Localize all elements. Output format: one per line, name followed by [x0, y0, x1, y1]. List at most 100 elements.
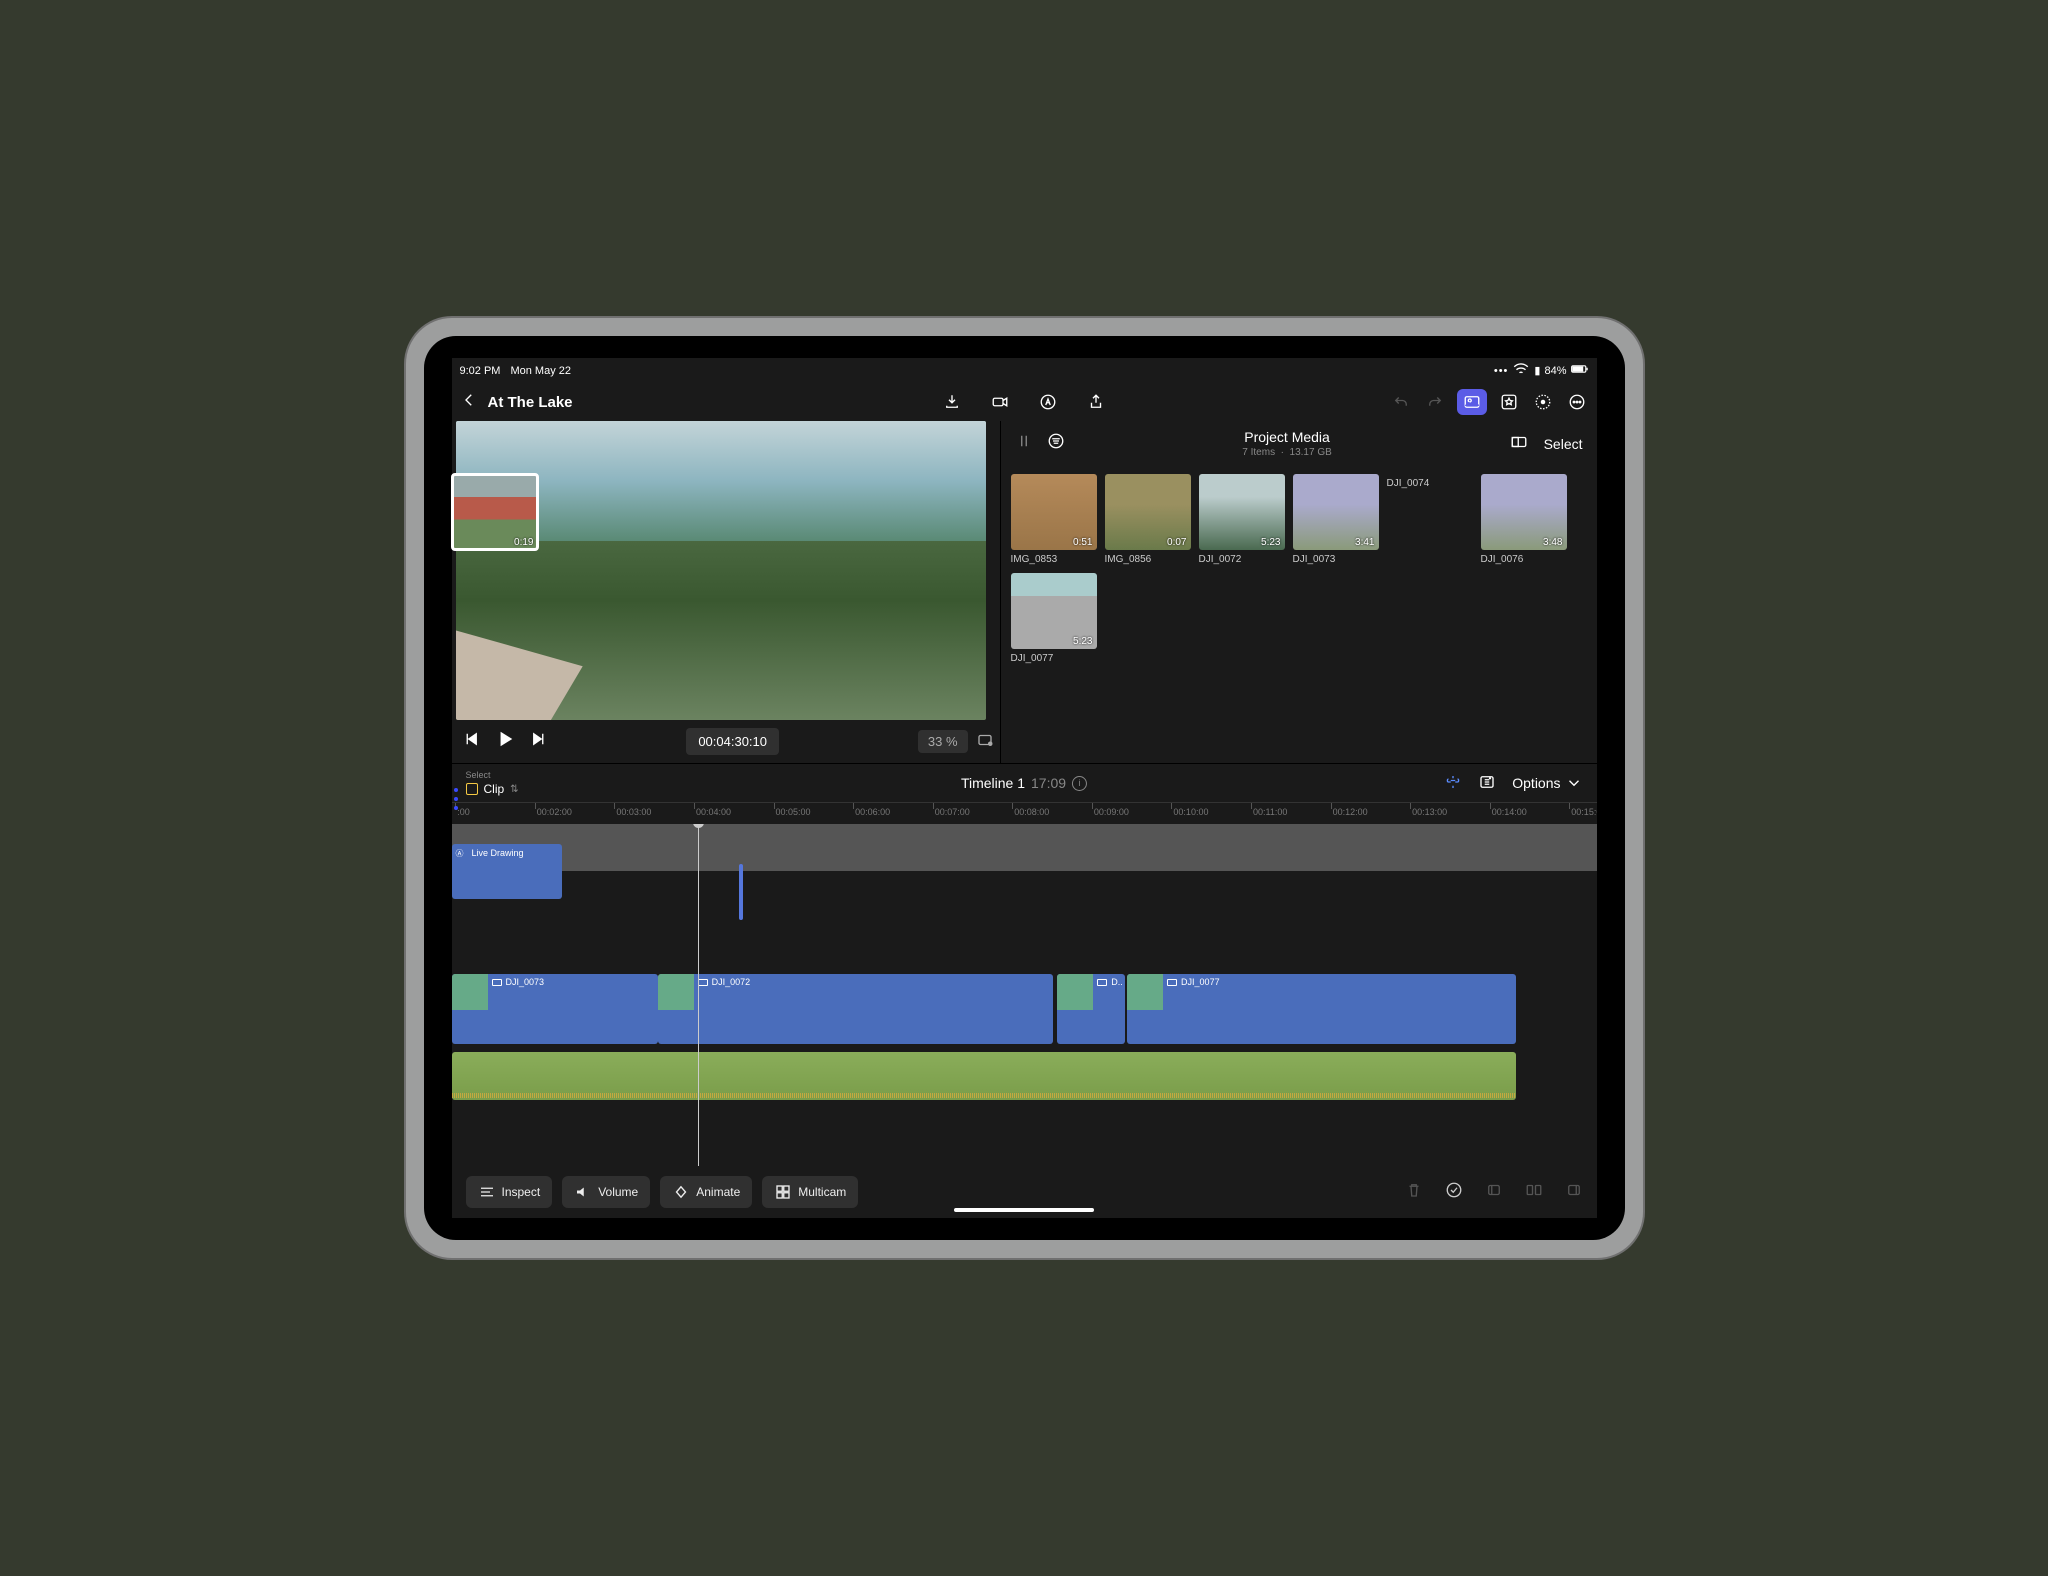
volume-button[interactable]: Volume	[562, 1176, 650, 1208]
clip-mode-button[interactable]: Clip ⇅	[466, 782, 519, 796]
title-type-icon: Ⓐ	[456, 848, 464, 859]
share-icon[interactable]	[1084, 390, 1108, 414]
timeline-tracks[interactable]: Ⓐ Live Drawing DJI_0073DJI_0072D..DJI_00…	[452, 824, 1597, 1166]
media-item[interactable]: 5:23 DJI_0077	[1011, 573, 1097, 664]
ruler-mark: 00:09:00	[1094, 807, 1129, 817]
media-item[interactable]: 5:23DJI_0072	[1199, 474, 1285, 565]
multicam-button[interactable]: Multicam	[762, 1176, 858, 1208]
effects-icon[interactable]	[1497, 390, 1521, 414]
bookmark-icon: ▮	[1534, 364, 1540, 377]
media-thumbnail[interactable]: 0:19	[452, 474, 538, 550]
select-mode-label: Select	[466, 770, 519, 780]
info-icon[interactable]: i	[1072, 776, 1087, 791]
undo-icon[interactable]	[1389, 390, 1413, 414]
back-button[interactable]	[460, 391, 478, 414]
media-item[interactable]: 3:41 DJI_0073	[1293, 474, 1379, 565]
media-item[interactable]: 3:48 DJI_0076	[1481, 474, 1567, 565]
timeline-name: Timeline 1	[961, 775, 1025, 791]
animate-button[interactable]: Animate	[660, 1176, 752, 1208]
media-item[interactable]: 0:19DJI_0074	[1387, 474, 1473, 565]
audio-track[interactable]	[452, 1052, 1517, 1100]
timeline-ruler[interactable]: :0000:02:0000:03:0000:04:0000:05:0000:06…	[452, 802, 1597, 824]
viewer-canvas[interactable]	[456, 421, 986, 720]
camera-icon	[698, 979, 708, 986]
media-thumbnail[interactable]: 0:51	[1011, 474, 1097, 550]
browser-subtitle: 7 Items · 13.17 GB	[1065, 447, 1510, 458]
auto-icon[interactable]	[1036, 390, 1060, 414]
redo-icon[interactable]	[1423, 390, 1447, 414]
media-item[interactable]: 0:51 IMG_0853	[1011, 474, 1097, 565]
media-browser-icon[interactable]	[1457, 389, 1487, 415]
media-name: DJI_0076	[1481, 554, 1567, 565]
inspect-button[interactable]: Inspect	[466, 1176, 553, 1208]
clip-thumbnail	[1127, 974, 1163, 1010]
ipad-frame: 9:02 PM Mon May 22 ••• ▮ 84% At The Lake	[406, 318, 1643, 1258]
title-clip[interactable]: Ⓐ Live Drawing	[452, 844, 562, 899]
timeline-index-icon[interactable]	[1478, 773, 1496, 794]
options-button[interactable]: Options	[1512, 774, 1582, 792]
battery-percent: 84%	[1544, 365, 1566, 377]
battery-icon	[1571, 360, 1589, 381]
delete-icon[interactable]	[1405, 1181, 1423, 1204]
clip-thumbnail	[1057, 974, 1093, 1010]
ruler-mark: 00:04:00	[696, 807, 731, 817]
more-icon[interactable]	[1565, 390, 1589, 414]
video-track: DJI_0073DJI_0072D..DJI_0077	[452, 974, 1597, 1044]
chevron-updown-icon: ⇅	[510, 784, 518, 795]
timeline-marker[interactable]	[739, 864, 743, 920]
trim-start-icon[interactable]	[1485, 1181, 1503, 1204]
pause-columns-icon[interactable]	[1015, 432, 1033, 455]
media-thumbnail[interactable]: 5:23	[1199, 474, 1285, 550]
wifi-icon	[1512, 360, 1530, 381]
ruler-mark: 00:15:0	[1571, 807, 1596, 817]
media-browser: Project Media 7 Items · 13.17 GB Select …	[1000, 421, 1597, 763]
enable-icon[interactable]	[1445, 1181, 1463, 1204]
camera-icon	[1167, 979, 1177, 986]
media-duration: 0:19	[514, 537, 533, 548]
media-thumbnail[interactable]: 0:07	[1105, 474, 1191, 550]
prev-clip-icon[interactable]	[462, 730, 480, 753]
control-center-indicator: •••	[1494, 365, 1509, 377]
app-screen: 9:02 PM Mon May 22 ••• ▮ 84% At The Lake	[452, 358, 1597, 1218]
video-clip[interactable]: DJI_0072	[658, 974, 1053, 1044]
media-grid: 0:51 IMG_0853 0:07IMG_08565:23DJI_00723:41…	[1001, 466, 1597, 672]
home-indicator[interactable]	[954, 1208, 1094, 1212]
playhead[interactable]	[698, 824, 699, 1166]
play-icon[interactable]	[496, 730, 514, 753]
view-options-icon[interactable]	[976, 731, 994, 752]
video-clip[interactable]: DJI_0073	[452, 974, 658, 1044]
media-name: IMG_0853	[1011, 554, 1097, 565]
import-icon[interactable]	[940, 390, 964, 414]
camera-icon	[1097, 979, 1107, 986]
media-item[interactable]: 0:07IMG_0856	[1105, 474, 1191, 565]
timeline-header: Select Clip ⇅ Timeline 1 17:09 i Options	[452, 763, 1597, 802]
ruler-mark: 00:06:00	[855, 807, 890, 817]
ruler-mark: 00:07:00	[935, 807, 970, 817]
media-thumbnail[interactable]: 5:23	[1011, 573, 1097, 649]
ipad-bezel: 9:02 PM Mon May 22 ••• ▮ 84% At The Lake	[424, 336, 1625, 1240]
media-name: DJI_0077	[1011, 653, 1097, 664]
select-button[interactable]: Select	[1544, 436, 1583, 452]
ruler-mark: 00:05:00	[776, 807, 811, 817]
media-name: DJI_0073	[1293, 554, 1379, 565]
multitask-pill	[454, 788, 458, 810]
video-clip[interactable]: D..	[1057, 974, 1125, 1044]
timecode-display[interactable]: 00:04:30:10	[686, 728, 779, 755]
layout-icon[interactable]	[1510, 433, 1528, 454]
camera-icon[interactable]	[988, 390, 1012, 414]
next-clip-icon[interactable]	[530, 730, 548, 753]
media-thumbnail[interactable]: 3:48	[1481, 474, 1567, 550]
media-thumbnail[interactable]: 3:41	[1293, 474, 1379, 550]
ruler-mark: 00:13:00	[1412, 807, 1447, 817]
project-title: At The Lake	[488, 394, 573, 411]
ruler-mark: 00:14:00	[1492, 807, 1527, 817]
video-clip[interactable]: DJI_0077	[1127, 974, 1516, 1044]
app-toolbar: At The Lake	[452, 383, 1597, 421]
split-icon[interactable]	[1525, 1181, 1543, 1204]
tips-icon[interactable]	[1531, 390, 1555, 414]
trim-end-icon[interactable]	[1565, 1181, 1583, 1204]
filter-icon[interactable]	[1047, 432, 1065, 455]
ruler-mark: 00:12:00	[1333, 807, 1368, 817]
zoom-level[interactable]: 33 %	[918, 730, 968, 753]
snap-icon[interactable]	[1444, 773, 1462, 794]
